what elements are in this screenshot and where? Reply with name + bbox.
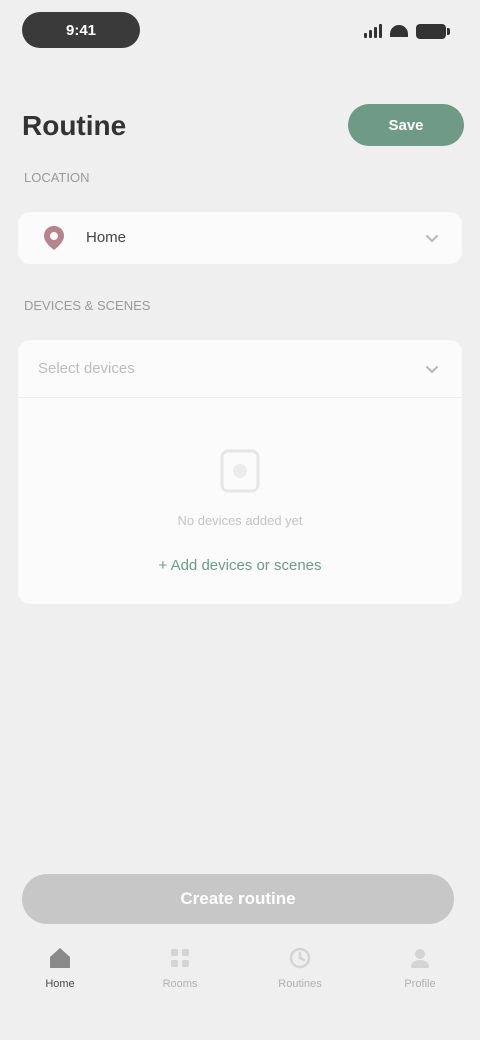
add-devices-link[interactable]: + Add devices or scenes	[142, 554, 338, 578]
status-time: 9:41	[22, 12, 140, 48]
tab-label: Routines	[278, 978, 322, 990]
tab-label: Rooms	[162, 978, 198, 990]
tab-bar: Home Rooms Routines Profile	[0, 936, 480, 1040]
status-bar: 9:41	[0, 0, 480, 64]
page-title: Routine	[22, 110, 127, 141]
clock-icon	[289, 947, 311, 969]
empty-state: No devices added yet	[18, 410, 462, 560]
tab-label: Profile	[404, 978, 436, 990]
tab-profile[interactable]: Profile	[372, 944, 468, 1010]
signal-icon	[364, 24, 382, 38]
tab-label: Home	[45, 978, 75, 990]
user-icon	[411, 949, 429, 968]
chevron-down-icon	[426, 366, 438, 373]
tab-rooms[interactable]: Rooms	[132, 944, 228, 1010]
save-button[interactable]: Save	[348, 104, 464, 146]
status-icons	[364, 22, 450, 40]
map-pin-icon	[44, 226, 64, 250]
create-routine-button[interactable]: Create routine	[22, 874, 454, 924]
device-placeholder-icon	[220, 449, 260, 492]
grid-icon	[171, 949, 189, 967]
tab-routines[interactable]: Routines	[252, 944, 348, 1010]
home-icon	[50, 948, 70, 968]
empty-state-text: No devices added yet	[177, 512, 303, 528]
chevron-down-icon	[426, 235, 438, 242]
device-select-placeholder: Select devices	[38, 360, 135, 377]
devices-card: Select devices No devices added yet + Ad…	[18, 340, 462, 604]
tab-home[interactable]: Home	[12, 944, 108, 1010]
location-value: Home	[86, 229, 127, 246]
location-section-label: LOCATION	[24, 170, 90, 185]
wifi-icon	[390, 25, 408, 37]
battery-icon	[416, 23, 450, 39]
location-row[interactable]: Home	[18, 212, 462, 264]
device-select[interactable]: Select devices	[18, 340, 462, 398]
devices-section-label: DEVICES & SCENES	[24, 298, 151, 313]
